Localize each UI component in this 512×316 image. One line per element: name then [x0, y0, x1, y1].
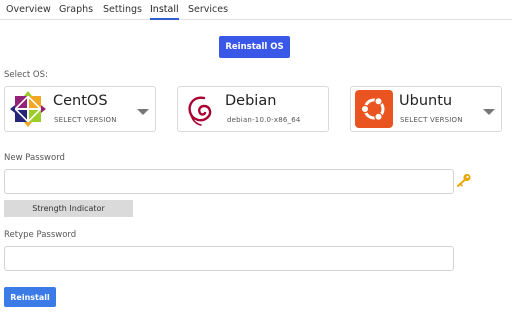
- os-version-debian: debian-10.0-x86_64: [227, 116, 301, 124]
- retype-password-label: Retype Password: [4, 230, 77, 240]
- tab-graphs[interactable]: Graphs: [59, 4, 93, 15]
- tab-services[interactable]: Services: [188, 4, 228, 15]
- ubuntu-logo-icon: [355, 90, 393, 128]
- strength-indicator: Strength Indicator: [4, 200, 133, 217]
- os-card-centos[interactable]: CentOS SELECT VERSION: [4, 86, 156, 132]
- chevron-down-icon[interactable]: [483, 109, 495, 115]
- debian-logo-icon: [188, 96, 212, 126]
- os-name-centos: CentOS: [53, 93, 108, 109]
- tab-settings[interactable]: Settings: [103, 4, 142, 15]
- os-version-ubuntu: SELECT VERSION: [400, 116, 463, 124]
- centos-logo-icon: [10, 91, 46, 127]
- os-version-centos: SELECT VERSION: [54, 116, 117, 124]
- os-name-ubuntu: Ubuntu: [399, 93, 453, 109]
- reinstall-os-button[interactable]: Reinstall OS: [219, 36, 290, 58]
- tab-overview[interactable]: Overview: [6, 4, 51, 15]
- new-password-input[interactable]: [4, 169, 454, 194]
- reinstall-button[interactable]: Reinstall: [4, 287, 56, 307]
- chevron-down-icon[interactable]: [137, 109, 149, 115]
- os-card-ubuntu[interactable]: Ubuntu SELECT VERSION: [350, 86, 502, 132]
- tab-bar: Overview Graphs Settings Install Service…: [0, 0, 512, 20]
- key-icon[interactable]: [456, 173, 472, 187]
- select-os-label: Select OS:: [4, 70, 48, 80]
- os-card-debian[interactable]: Debian debian-10.0-x86_64: [177, 86, 329, 132]
- tab-install[interactable]: Install: [150, 4, 179, 20]
- retype-password-input[interactable]: [4, 246, 454, 271]
- new-password-label: New Password: [4, 153, 65, 163]
- os-name-debian: Debian: [225, 93, 277, 109]
